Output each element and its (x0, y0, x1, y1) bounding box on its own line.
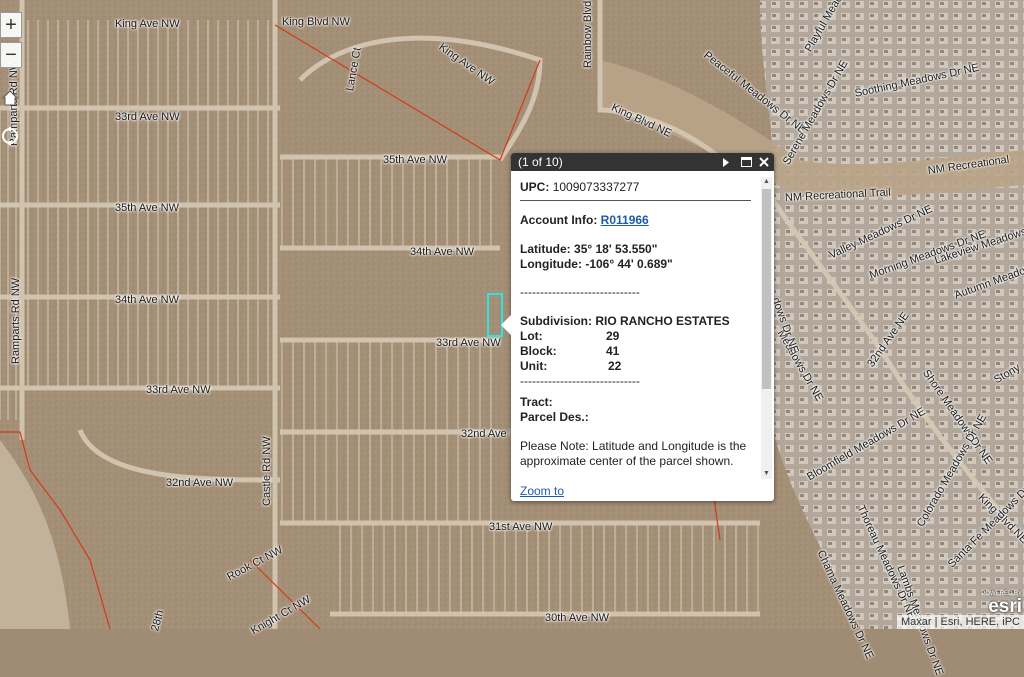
unit-row: Unit: 22 (520, 359, 751, 374)
scrollbar-thumb[interactable] (762, 189, 771, 389)
street-label-34th-ave-nw-1: 34th Ave NW (410, 246, 474, 258)
separator-1: ------------------------------ (520, 285, 640, 299)
latitude-label: Latitude: (520, 242, 571, 256)
locate-icon (2, 127, 18, 145)
next-feature-button[interactable] (718, 153, 734, 171)
locate-button[interactable] (0, 124, 20, 148)
lot-value: 29 (606, 329, 620, 343)
parcel-info-popup: (1 of 10) UPC: 1009073337277 Account Inf… (501, 153, 774, 501)
popup-content[interactable]: UPC: 1009073337277 Account Info: R011966… (511, 171, 760, 481)
parcel-des-label: Parcel Des.: (520, 410, 589, 424)
note-text: Please Note: Latitude and Longitude is t… (520, 439, 747, 468)
upc-label: UPC: (520, 180, 550, 194)
account-row: Account Info: R011966 (520, 213, 751, 228)
latitude-value: 35° 18' 53.550" (574, 242, 658, 256)
esri-wordmark: esri (988, 596, 1022, 617)
popup-counter: (1 of 10) (518, 155, 563, 169)
block-value: 41 (606, 344, 620, 358)
upc-value: 1009073337277 (552, 180, 640, 194)
map-attribution[interactable]: Maxar | Esri, HERE, iPC (897, 615, 1024, 629)
subdivision-row: Subdivision: RIO RANCHO ESTATES (520, 314, 751, 329)
block-row: Block: 41 (520, 344, 751, 359)
street-label-king-blvd-nw: King Blvd NW (282, 16, 350, 28)
unit-value: 22 (608, 359, 622, 373)
street-label-33rd-ave-nw-1: 33rd Ave NW (115, 111, 180, 123)
popup-pointer (501, 315, 511, 335)
zoom-to-link[interactable]: Zoom to (520, 484, 564, 498)
street-label-31st-ave-nw: 31st Ave NW (489, 521, 553, 533)
maximize-icon (740, 157, 752, 167)
subdivision-label: Subdivision: (520, 314, 592, 328)
lot-row: Lot: 29 (520, 329, 751, 344)
block-label: Block: (520, 344, 557, 358)
close-button[interactable] (756, 153, 772, 171)
street-label-35th-ave-nw-1: 35th Ave NW (383, 154, 447, 166)
street-label-30th-ave-nw: 30th Ave NW (545, 612, 609, 624)
separator-2: ------------------------------ (520, 374, 640, 388)
street-label-castle-rd-nw: Castle Rd NW (261, 436, 273, 506)
esri-logo: POWERED BY esri (981, 591, 1022, 616)
account-label: Account Info: (520, 213, 598, 227)
play-icon (723, 157, 729, 167)
unit-label: Unit: (520, 359, 548, 373)
zoom-in-button[interactable]: + (0, 12, 22, 38)
street-label-rainbow-blvd: Rainbow Blvd (582, 0, 594, 68)
home-icon (1, 90, 19, 106)
scroll-up-arrow-icon[interactable]: ▲ (761, 177, 772, 187)
scroll-down-arrow-icon[interactable]: ▼ (761, 469, 772, 479)
subdivision-value: RIO RANCHO ESTATES (595, 314, 730, 328)
home-button[interactable] (0, 86, 20, 110)
latitude-row: Latitude: 35° 18' 53.550" (520, 242, 751, 257)
popup-scrollbar[interactable]: ▲ ▼ (761, 177, 772, 479)
longitude-value: -106° 44' 0.689" (585, 257, 673, 271)
longitude-label: Longitude: (520, 257, 582, 271)
street-label-33rd-ave-nw-2: 33rd Ave NW (436, 337, 501, 349)
lot-label: Lot: (520, 329, 543, 343)
tract-row: Tract: (520, 395, 751, 410)
street-label-32nd-ave-nw-2: 32nd Ave NW (166, 477, 234, 489)
upc-row: UPC: 1009073337277 (520, 180, 751, 195)
parcel-des-row: Parcel Des.: (520, 410, 751, 425)
tract-label: Tract: (520, 395, 553, 409)
divider (520, 200, 751, 201)
street-label-ramparts-rd-nw: Ramparts Rd NW (10, 277, 22, 364)
popup-titlebar: (1 of 10) (511, 153, 774, 171)
street-label-34th-ave-nw-2: 34th Ave NW (115, 294, 179, 306)
zoom-out-button[interactable]: − (0, 42, 22, 68)
close-icon (759, 157, 769, 167)
account-link[interactable]: R011966 (601, 213, 649, 227)
longitude-row: Longitude: -106° 44' 0.689" (520, 257, 751, 272)
maximize-button[interactable] (738, 153, 754, 171)
street-label-35th-ave-nw-2: 35th Ave NW (115, 202, 179, 214)
street-label-33rd-ave-nw-3: 33rd Ave NW (146, 384, 211, 396)
street-label-king-ave-nw: King Ave NW (115, 18, 180, 30)
